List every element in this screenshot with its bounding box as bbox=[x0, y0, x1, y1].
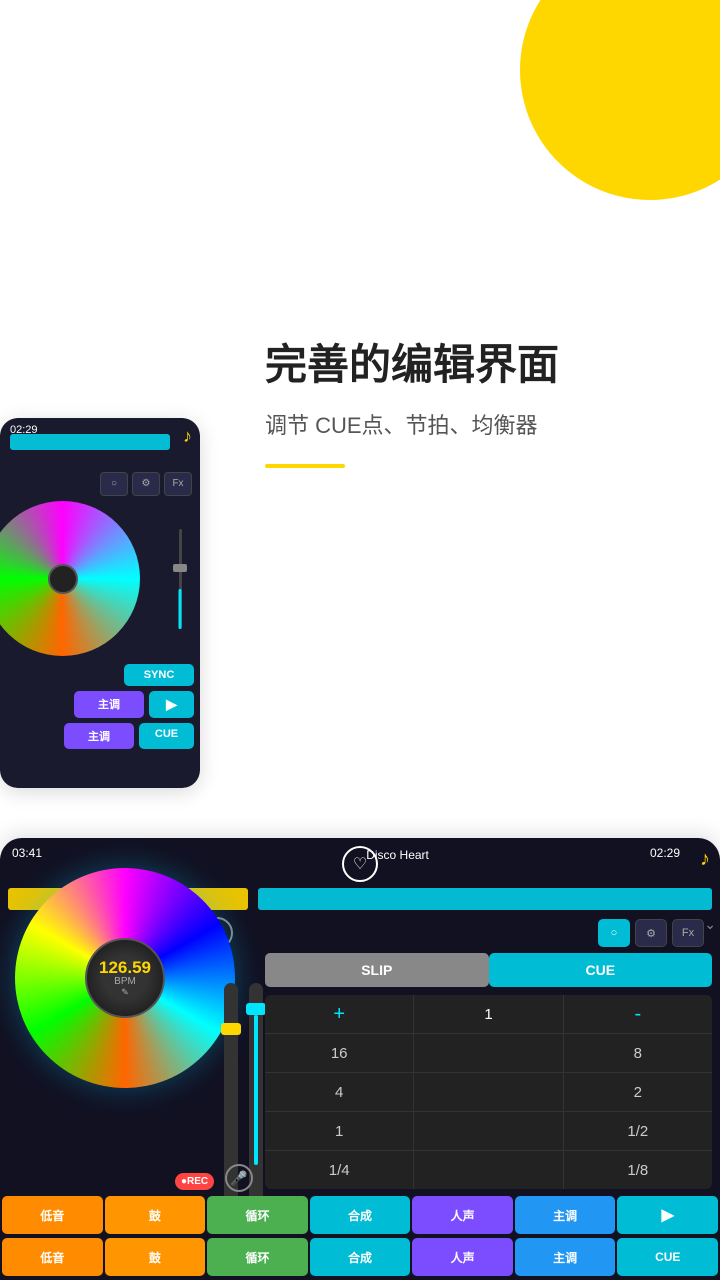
d2-right-panel: SLIP CUE + 1 - 16 8 4 2 bbox=[265, 953, 712, 1233]
d2-key-btn-1[interactable]: 主调 bbox=[515, 1196, 616, 1234]
d1-sync-row: SYNC bbox=[6, 664, 194, 686]
device-1-container: 02:29 ♪ ○ ⚙ Fx SYNC bbox=[0, 418, 200, 788]
d2-btn-row-1: 低音 鼓 循环 合成 人声 主调 ▶ bbox=[0, 1196, 720, 1236]
d1-fader-thumb bbox=[173, 564, 187, 572]
d1-fader-area bbox=[170, 501, 190, 656]
d2-track-name: Disco Heart bbox=[366, 848, 429, 862]
d2-drum-btn-1[interactable]: 鼓 bbox=[105, 1196, 206, 1234]
d1-controls: ○ ⚙ Fx bbox=[0, 466, 200, 501]
d2-play-btn[interactable]: ▶ bbox=[617, 1196, 718, 1234]
d1-cue-btn[interactable]: CUE bbox=[139, 723, 194, 749]
d1-btn-row-2: 主调 CUE bbox=[6, 723, 194, 749]
d2-loop-btn-2[interactable]: 循环 bbox=[207, 1238, 308, 1276]
d2-turntable-area: 126.59 BPM ✎ bbox=[0, 838, 250, 1118]
d2-fader-1-thumb bbox=[221, 1023, 241, 1035]
d2-bass-btn-2[interactable]: 低音 bbox=[2, 1238, 103, 1276]
d2-btn-rows: 低音 鼓 循环 合成 人声 主调 ▶ 低音 鼓 循环 合成 人声 主调 CUE bbox=[0, 1196, 720, 1280]
d2-fader-2-line bbox=[254, 1015, 258, 1165]
yellow-divider bbox=[265, 464, 345, 468]
d2-mic-btn[interactable]: 🎤 bbox=[225, 1164, 253, 1192]
d2-grid-1[interactable]: 1 bbox=[414, 995, 563, 1033]
d2-bpm-label: BPM bbox=[114, 976, 136, 987]
d2-circle-btn[interactable]: ○ bbox=[598, 919, 630, 947]
d2-grid-empty-4 bbox=[414, 1151, 563, 1189]
d2-tab-cue[interactable]: CUE bbox=[489, 953, 713, 987]
d1-btn-row-1: 主调 ▶ bbox=[6, 691, 194, 718]
d2-grid-empty-1 bbox=[414, 1034, 563, 1072]
d2-loop-btn-1[interactable]: 循环 bbox=[207, 1196, 308, 1234]
d2-btn-row-2: 低音 鼓 循环 合成 人声 主调 CUE bbox=[0, 1238, 720, 1278]
d2-grid-row-5: 1/4 1/8 bbox=[265, 1151, 712, 1189]
d2-synth-btn-1[interactable]: 合成 bbox=[310, 1196, 411, 1234]
d2-vocal-btn-2[interactable]: 人声 bbox=[412, 1238, 513, 1276]
d2-drum-btn-2[interactable]: 鼓 bbox=[105, 1238, 206, 1276]
d2-grid-row-4: 1 1/2 bbox=[265, 1112, 712, 1151]
d2-grid-1[interactable]: 1 bbox=[265, 1112, 414, 1150]
d2-grid-quarter[interactable]: 1/4 bbox=[265, 1151, 414, 1189]
d2-dropdown-arrow[interactable]: ⌄ bbox=[704, 916, 716, 933]
d2-grid-2[interactable]: 2 bbox=[564, 1073, 712, 1111]
d1-fader-track[interactable] bbox=[179, 529, 182, 629]
d2-grid-row-3: 4 2 bbox=[265, 1073, 712, 1112]
d1-turntable-center bbox=[48, 564, 78, 594]
d1-note-icon: ♪ bbox=[183, 426, 192, 447]
d2-tabs: SLIP CUE bbox=[265, 953, 712, 987]
d2-bass-btn-1[interactable]: 低音 bbox=[2, 1196, 103, 1234]
d2-grid-row-2: 16 8 bbox=[265, 1034, 712, 1073]
decorative-blob bbox=[520, 0, 720, 200]
d2-grid-plus[interactable]: + bbox=[265, 995, 414, 1033]
d2-right-btns: ○ ⚙ Fx bbox=[598, 919, 704, 947]
d2-grid-empty-2 bbox=[414, 1073, 563, 1111]
d2-grid-row-1: + 1 - bbox=[265, 995, 712, 1034]
d2-eq-btn[interactable]: ⚙ bbox=[635, 919, 667, 947]
d1-fader-line bbox=[179, 589, 182, 629]
main-title: 完善的编辑界面 bbox=[265, 340, 690, 390]
d2-bpm-edit-icon: ✎ bbox=[121, 987, 129, 998]
d2-grid-empty-3 bbox=[414, 1112, 563, 1150]
device-2-inner: 03:41 ♡ Disco Heart 02:29 ♪ ⚙ ○ ⚙ Fx ⌄ 1… bbox=[0, 838, 720, 1280]
text-section: 完善的编辑界面 调节 CUE点、节拍、均衡器 bbox=[265, 340, 690, 468]
d2-grid-8[interactable]: 8 bbox=[564, 1034, 712, 1072]
device-2-container: 03:41 ♡ Disco Heart 02:29 ♪ ⚙ ○ ⚙ Fx ⌄ 1… bbox=[0, 838, 720, 1280]
d1-waveform-bar: 02:29 ♪ bbox=[0, 418, 200, 463]
d2-grid: + 1 - 16 8 4 2 1 1/2 bbox=[265, 995, 712, 1189]
d1-play-btn[interactable]: ▶ bbox=[149, 691, 194, 718]
d2-note-icon: ♪ bbox=[700, 848, 710, 871]
d2-turntable-center: 126.59 BPM ✎ bbox=[85, 938, 165, 1018]
d1-key-btn-1[interactable]: 主调 bbox=[74, 691, 144, 718]
d2-synth-btn-2[interactable]: 合成 bbox=[310, 1238, 411, 1276]
d1-eq-btn[interactable]: ⚙ bbox=[132, 472, 160, 496]
d2-grid-half[interactable]: 1/2 bbox=[564, 1112, 712, 1150]
d2-bpm-value: 126.59 bbox=[99, 959, 151, 976]
d1-circle-btn[interactable]: ○ bbox=[100, 472, 128, 496]
d2-time-right: 02:29 bbox=[650, 846, 680, 860]
sub-title: 调节 CUE点、节拍、均衡器 bbox=[265, 408, 690, 440]
d2-grid-minus[interactable]: - bbox=[564, 995, 712, 1033]
d2-grid-16[interactable]: 16 bbox=[265, 1034, 414, 1072]
d1-waveform bbox=[10, 434, 170, 450]
device-1-inner: 02:29 ♪ ○ ⚙ Fx SYNC bbox=[0, 418, 200, 788]
d2-vocal-btn-1[interactable]: 人声 bbox=[412, 1196, 513, 1234]
d2-fx-btn[interactable]: Fx bbox=[672, 919, 704, 947]
d1-key-btn-2[interactable]: 主调 bbox=[64, 723, 134, 749]
d2-waveform-right bbox=[258, 888, 712, 910]
d1-fx-btn[interactable]: Fx bbox=[164, 472, 192, 496]
d1-bottom: SYNC 主调 ▶ 主调 CUE bbox=[0, 658, 200, 788]
d2-grid-4[interactable]: 4 bbox=[265, 1073, 414, 1111]
d2-key-btn-2[interactable]: 主调 bbox=[515, 1238, 616, 1276]
d2-fader-2-thumb bbox=[246, 1003, 266, 1015]
d2-cue-btn[interactable]: CUE bbox=[617, 1238, 718, 1276]
d2-turntable[interactable]: 126.59 BPM ✎ bbox=[15, 868, 235, 1088]
d2-rec-btn[interactable]: ●REC bbox=[175, 1173, 214, 1190]
d1-sync-btn[interactable]: SYNC bbox=[124, 664, 194, 686]
d1-turntable[interactable] bbox=[0, 501, 140, 656]
d2-grid-eighth[interactable]: 1/8 bbox=[564, 1151, 712, 1189]
d2-tab-slip[interactable]: SLIP bbox=[265, 953, 489, 987]
